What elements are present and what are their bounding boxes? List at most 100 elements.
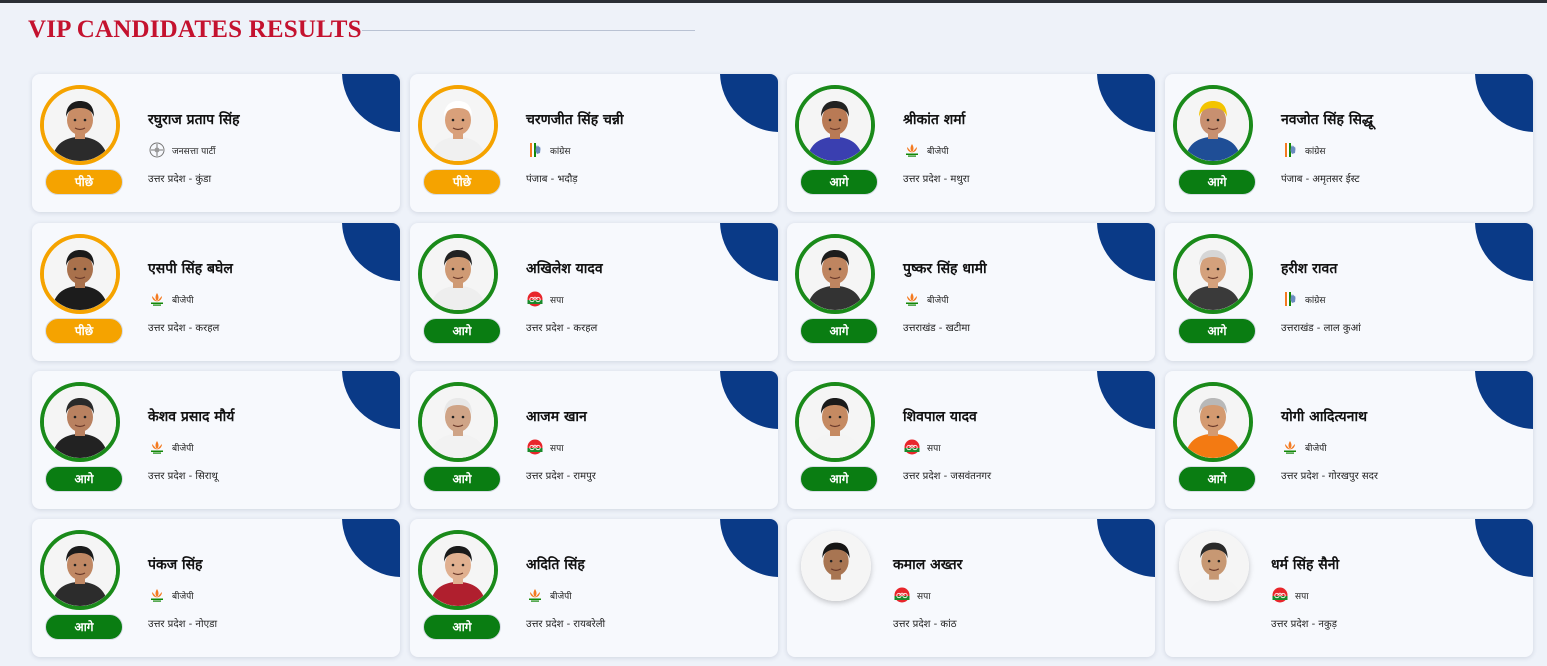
candidate-card[interactable]: पीछे चरणजीत सिंह चन्नी कांग्रेस पंजाब - भदौ… <box>410 74 778 212</box>
candidate-photo <box>795 85 875 165</box>
party-name: कांग्रेस <box>550 146 571 157</box>
party-info: बीजेपी <box>1281 438 1327 456</box>
corner-decoration <box>342 371 400 429</box>
candidate-photo <box>418 382 498 462</box>
status-badge: पीछे <box>423 169 501 195</box>
corner-decoration <box>1475 371 1533 429</box>
status-badge: आगे <box>1178 318 1256 344</box>
candidate-name[interactable]: अखिलेश यादव <box>526 259 603 278</box>
constituency: पंजाब - भदौड़ <box>526 174 578 185</box>
party-name: बीजेपी <box>550 591 572 602</box>
constituency: उत्तर प्रदेश - रायबरेली <box>526 619 606 630</box>
corner-decoration <box>720 371 778 429</box>
party-info: बीजेपी <box>148 586 194 604</box>
bjp-lotus-icon <box>526 586 544 604</box>
status-badge: आगे <box>45 466 123 492</box>
bjp-lotus-icon <box>148 438 166 456</box>
candidate-photo <box>40 85 120 165</box>
candidate-card[interactable]: आगे अखिलेश यादव सपा उत्तर प्रदेश - करहल <box>410 223 778 361</box>
status-badge: पीछे <box>45 318 123 344</box>
candidate-card[interactable]: आगे पुष्कर सिंह धामी बीजेपी उत्तराखंड - खटी… <box>787 223 1155 361</box>
corner-decoration <box>720 74 778 132</box>
candidate-name[interactable]: अदिति सिंह <box>526 555 585 574</box>
candidate-card[interactable]: आगे केशव प्रसाद मौर्य बीजेपी उत्तर प्रदेश -… <box>32 371 400 509</box>
candidate-photo <box>40 234 120 314</box>
party-name: सपा <box>927 443 941 454</box>
constituency: उत्तर प्रदेश - नकुड़ <box>1271 619 1338 630</box>
corner-decoration <box>720 519 778 577</box>
party-info: बीजेपी <box>903 141 949 159</box>
constituency: उत्तर प्रदेश - करहल <box>148 323 220 334</box>
candidate-card[interactable]: आगे योगी आदित्यनाथ बीजेपी उत्तर प्रदेश - गो… <box>1165 371 1533 509</box>
candidate-name[interactable]: धर्म सिंह सैनी <box>1271 555 1339 574</box>
party-info: बीजेपी <box>903 290 949 308</box>
candidate-photo <box>795 382 875 462</box>
corner-decoration <box>1475 223 1533 281</box>
candidate-card[interactable]: आगे श्रीकांत शर्मा बीजेपी उत्तर प्रदेश - मथ… <box>787 74 1155 212</box>
status-badge: आगे <box>1178 169 1256 195</box>
corner-decoration <box>1097 223 1155 281</box>
candidate-name[interactable]: एसपी सिंह बघेल <box>148 259 233 278</box>
candidate-card[interactable]: पीछे एसपी सिंह बघेल बीजेपी उत्तर प्रदेश - क… <box>32 223 400 361</box>
jansatta-symbol-icon <box>148 141 166 159</box>
party-info: सपा <box>526 438 564 456</box>
bjp-lotus-icon <box>1281 438 1299 456</box>
party-info: बीजेपी <box>148 438 194 456</box>
bjp-lotus-icon <box>903 290 921 308</box>
candidate-name[interactable]: पुष्कर सिंह धामी <box>903 259 987 278</box>
candidate-card[interactable]: पीछे रघुराज प्रताप सिंह जनसत्ता पार्टी उत्त… <box>32 74 400 212</box>
party-info: जनसत्ता पार्टी <box>148 141 215 159</box>
candidate-photo <box>1179 531 1249 601</box>
candidate-name[interactable]: आजम खान <box>526 407 587 426</box>
party-name: बीजेपी <box>927 146 949 157</box>
candidate-card[interactable]: आगे हरीश रावत कांग्रेस उत्तराखंड - लाल कुआं <box>1165 223 1533 361</box>
constituency: उत्तर प्रदेश - नोएडा <box>148 619 218 630</box>
status-badge: आगे <box>423 318 501 344</box>
candidate-photo <box>418 85 498 165</box>
candidate-card[interactable]: आगे नवजोत सिंह सिद्धू कांग्रेस पंजाब - अमृत… <box>1165 74 1533 212</box>
candidate-card[interactable]: आगे अदिति सिंह बीजेपी उत्तर प्रदेश - रायबरे… <box>410 519 778 657</box>
constituency: उत्तराखंड - खटीमा <box>903 323 970 334</box>
status-badge: आगे <box>800 169 878 195</box>
candidate-photo <box>1173 85 1253 165</box>
constituency: उत्तर प्रदेश - कुंडा <box>148 174 212 185</box>
party-name: बीजेपी <box>927 295 949 306</box>
party-info: सपा <box>526 290 564 308</box>
constituency: उत्तर प्रदेश - सिराथू <box>148 471 218 482</box>
candidate-card[interactable]: कमाल अख्तर सपा उत्तर प्रदेश - कांठ <box>787 519 1155 657</box>
status-badge: आगे <box>800 318 878 344</box>
candidate-name[interactable]: श्रीकांत शर्मा <box>903 110 965 129</box>
candidate-card[interactable]: आगे शिवपाल यादव सपा उत्तर प्रदेश - जसवंतनगर <box>787 371 1155 509</box>
candidate-name[interactable]: हरीश रावत <box>1281 259 1337 278</box>
constituency: उत्तर प्रदेश - गोरखपुर सदर <box>1281 471 1379 482</box>
candidate-photo <box>418 530 498 610</box>
candidate-name[interactable]: शिवपाल यादव <box>903 407 977 426</box>
party-info: कांग्रेस <box>1281 290 1325 308</box>
constituency: उत्तर प्रदेश - करहल <box>526 323 598 334</box>
candidate-name[interactable]: योगी आदित्यनाथ <box>1281 407 1367 426</box>
status-badge: आगे <box>423 466 501 492</box>
candidate-name[interactable]: चरणजीत सिंह चन्नी <box>526 110 624 129</box>
constituency: उत्तर प्रदेश - मथुरा <box>903 174 970 185</box>
congress-hand-icon <box>1281 141 1299 159</box>
candidate-name[interactable]: केशव प्रसाद मौर्य <box>148 407 234 426</box>
corner-decoration <box>342 519 400 577</box>
sp-cycle-icon <box>1271 586 1289 604</box>
party-name: जनसत्ता पार्टी <box>172 146 216 157</box>
candidate-name[interactable]: पंकज सिंह <box>148 555 203 574</box>
sp-cycle-icon <box>526 290 544 308</box>
party-name: बीजेपी <box>1305 443 1327 454</box>
status-badge: आगे <box>1178 466 1256 492</box>
candidate-name[interactable]: कमाल अख्तर <box>893 555 962 574</box>
candidate-card[interactable]: आगे पंकज सिंह बीजेपी उत्तर प्रदेश - नोएडा <box>32 519 400 657</box>
corner-decoration <box>342 223 400 281</box>
constituency: उत्तर प्रदेश - जसवंतनगर <box>903 471 992 482</box>
corner-decoration <box>1097 371 1155 429</box>
candidate-card[interactable]: धर्म सिंह सैनी सपा उत्तर प्रदेश - नकुड़ <box>1165 519 1533 657</box>
candidate-name[interactable]: रघुराज प्रताप सिंह <box>148 110 240 129</box>
party-name: बीजेपी <box>172 295 194 306</box>
candidate-name[interactable]: नवजोत सिंह सिद्धू <box>1281 110 1373 129</box>
party-info: सपा <box>893 586 931 604</box>
corner-decoration <box>1475 74 1533 132</box>
candidate-card[interactable]: आगे आजम खान सपा उत्तर प्रदेश - रामपुर <box>410 371 778 509</box>
